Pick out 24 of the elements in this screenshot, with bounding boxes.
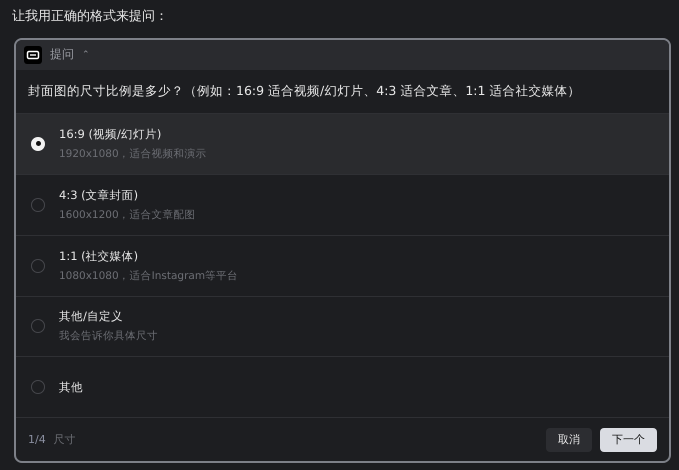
radio-button[interactable] [31, 258, 45, 272]
option-label: 1:1 (社交媒体) [59, 248, 140, 264]
card-title: 提问 [50, 46, 74, 64]
option-description: 我会告诉你具体尺寸 [59, 329, 158, 344]
radio-button[interactable] [31, 198, 45, 212]
option-description: 1080x1080，适合Instagram等平台 [59, 268, 238, 282]
option-label: 4:3 (文章封面) [59, 188, 140, 203]
cancel-button[interactable]: 取消 [546, 428, 592, 452]
step-label: 尺寸 [54, 432, 77, 448]
collapse-toggle[interactable]: ⌃ [82, 50, 90, 60]
option-item[interactable]: 其他 [16, 356, 669, 418]
option-label: 其他 [59, 380, 83, 395]
chat-icon [24, 46, 42, 64]
radio-button[interactable] [31, 319, 45, 334]
option-label: 其他/自定义 [59, 309, 124, 324]
radio-button[interactable] [31, 380, 45, 394]
option-label: 16:9 (视频/幻灯片) [59, 126, 162, 142]
next-button[interactable]: 下一个 [600, 428, 657, 452]
option-item[interactable]: 其他/自定义 我会告诉你具体尺寸 [16, 296, 669, 356]
intro-text: 让我用正确的格式来提问： [12, 8, 169, 26]
option-description: 1600x1200，适合文章配图 [59, 208, 196, 222]
step-counter: 1/4 [28, 433, 46, 446]
option-description: 1920x1080，适合视频和演示 [59, 146, 207, 161]
option-item[interactable]: 16:9 (视频/幻灯片) 1920x1080，适合视频和演示 [16, 112, 669, 174]
